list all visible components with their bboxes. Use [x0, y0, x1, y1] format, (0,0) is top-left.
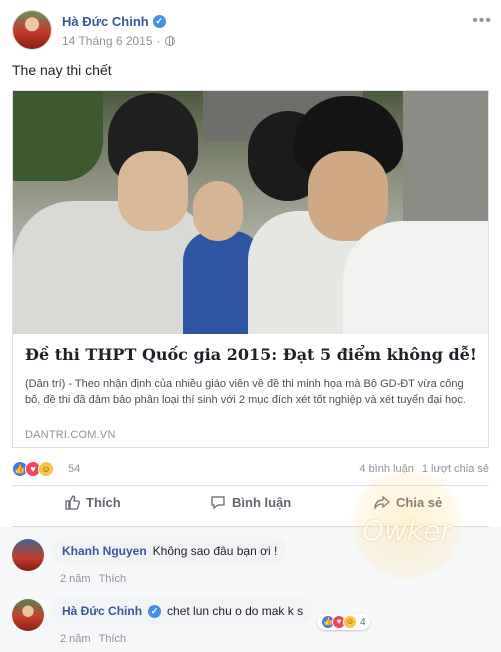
verified-badge-icon: ✓: [148, 604, 162, 618]
comment-text: chet lun chu o do mak k s: [167, 604, 304, 618]
comment-bubble-icon: [211, 496, 225, 510]
comment-time[interactable]: 2 năm: [60, 573, 91, 585]
comment-button[interactable]: Bình luận: [210, 494, 291, 510]
share-button[interactable]: Chia sẻ: [374, 494, 442, 510]
link-preview-card[interactable]: Đề thi THPT Quốc gia 2015: Đạt 5 điểm kh…: [12, 90, 489, 448]
comment-time[interactable]: 2 năm: [60, 633, 91, 645]
comment-reaction-count: 4: [360, 616, 366, 628]
comment-author[interactable]: Khanh Nguyen: [62, 544, 147, 558]
comment-like-link[interactable]: Thích: [99, 573, 127, 585]
comment-meta: 2 năm Thích: [60, 633, 126, 645]
link-description: (Dân trí) - Theo nhận định của nhiều giá…: [25, 378, 466, 406]
comment-reactions[interactable]: 👍 ♥ ☺ 4: [317, 614, 370, 630]
post-meta: 14 Tháng 6 2015 ·: [62, 34, 175, 48]
comment-bubble: Hà Đức Chinh ✓ chet lun chu o do mak k s: [52, 597, 314, 625]
comment-text: Không sao đâu bạn ơi !: [152, 544, 278, 558]
action-bar: Thích Bình luận Chia sẻ: [12, 485, 489, 527]
author-avatar[interactable]: [12, 10, 52, 50]
more-dots-icon[interactable]: •••: [472, 12, 492, 30]
post-header: Hà Đức Chinh ✓ 14 Tháng 6 2015 · •••: [12, 10, 492, 54]
globe-icon: [164, 36, 175, 46]
post-text: The nay thi chết: [12, 62, 112, 78]
verified-badge-icon: ✓: [152, 15, 166, 28]
engagement-counts: 4 bình luận 1 lượt chia sẻ: [359, 463, 489, 475]
post-date[interactable]: 14 Tháng 6 2015: [62, 34, 153, 48]
share-arrow-icon: [374, 495, 390, 510]
comment-like-link[interactable]: Thích: [99, 633, 127, 645]
author-name[interactable]: Hà Đức Chinh: [62, 14, 149, 29]
comment-count[interactable]: 4 bình luận: [359, 463, 413, 475]
author-line: Hà Đức Chinh ✓: [62, 14, 166, 29]
link-domain: DANTRI.COM.VN: [25, 429, 116, 441]
like-button-label: Thích: [86, 494, 121, 510]
haha-reaction-icon: ☺: [343, 615, 357, 629]
like-button[interactable]: Thích: [64, 494, 121, 510]
comment-author[interactable]: Hà Đức Chinh: [62, 604, 142, 618]
comment-button-label: Bình luận: [232, 494, 292, 510]
haha-reaction-icon: ☺: [38, 461, 54, 477]
comment-bubble: Khanh Nguyen Không sao đâu bạn ơi !: [52, 537, 288, 565]
link-title[interactable]: Đề thi THPT Quốc gia 2015: Đạt 5 điểm kh…: [25, 345, 480, 364]
comment-meta: 2 năm Thích: [60, 573, 126, 585]
commenter-avatar[interactable]: [12, 539, 44, 571]
reactions-bar: 👍 ♥ ☺ 54 4 bình luận 1 lượt chia sẻ: [12, 460, 489, 480]
commenter-avatar[interactable]: [12, 599, 44, 631]
link-preview-image[interactable]: [13, 91, 488, 334]
reaction-icons[interactable]: 👍 ♥ ☺: [12, 461, 54, 477]
reaction-count[interactable]: 54: [68, 463, 80, 475]
share-button-label: Chia sẻ: [396, 494, 443, 510]
share-count[interactable]: 1 lượt chia sẻ: [422, 463, 489, 475]
comments-section: Khanh Nguyen Không sao đâu bạn ơi ! 2 nă…: [0, 527, 501, 652]
thumbs-up-icon: [65, 495, 80, 510]
